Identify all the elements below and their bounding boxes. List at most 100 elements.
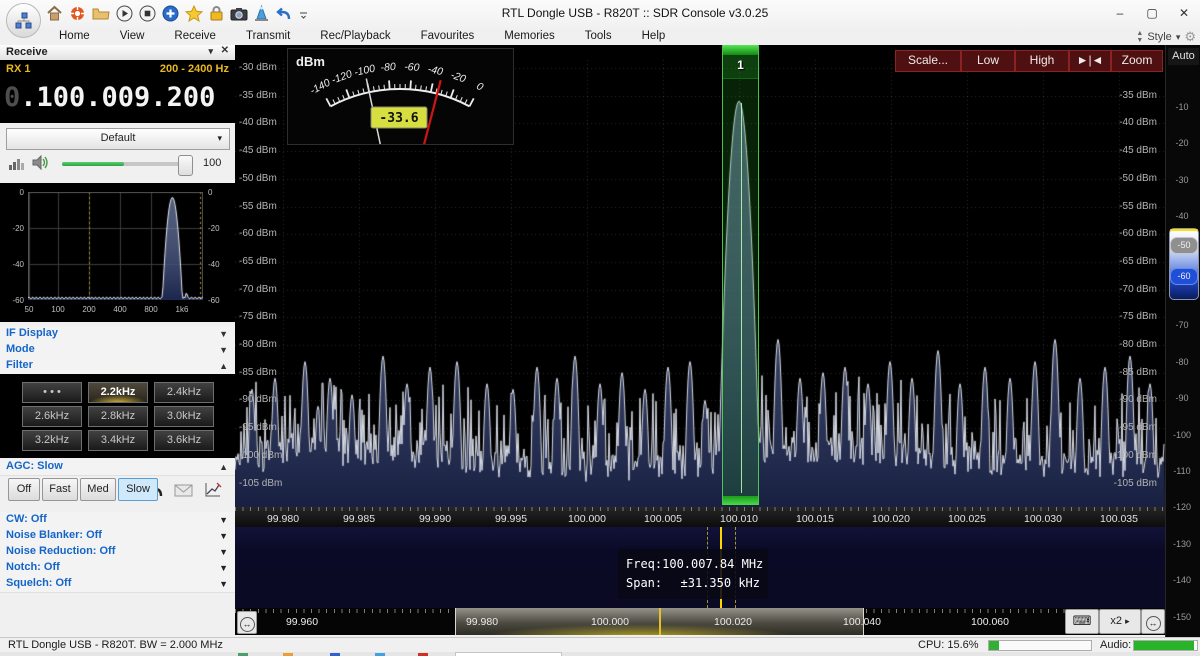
filter-button-2.8khz[interactable]: 2.8kHz bbox=[88, 406, 148, 427]
nav-frequency-label: 100.020 bbox=[698, 616, 768, 628]
undo-icon[interactable] bbox=[275, 6, 293, 22]
range-low-chip[interactable]: -60 bbox=[1170, 268, 1198, 285]
add-icon[interactable] bbox=[162, 5, 179, 22]
section-squelch[interactable]: Squelch: Off▼ bbox=[0, 576, 235, 593]
filter-button-2.2khz[interactable]: 2.2kHz bbox=[88, 382, 148, 403]
sdr-console-window: RTL Dongle USB - R820T :: SDR Console v3… bbox=[0, 0, 1200, 656]
db-axis-label-left: -105 dBm bbox=[239, 478, 282, 489]
play-icon[interactable] bbox=[116, 5, 133, 22]
zoom-x2-button[interactable]: x2 ▸ bbox=[1099, 609, 1141, 634]
section-noise-blanker[interactable]: Noise Blanker: Off ▼ bbox=[0, 528, 235, 545]
section-cw[interactable]: CW: Off▼ bbox=[0, 512, 235, 529]
tab-help[interactable]: Help bbox=[627, 29, 681, 45]
graph-icon[interactable] bbox=[203, 481, 223, 504]
mode-preset-value: Default bbox=[101, 132, 136, 144]
pin-ribbon-icon[interactable]: ▲▼ bbox=[1136, 30, 1143, 44]
section-noise-reduction[interactable]: Noise Reduction: Off▼ bbox=[0, 544, 235, 561]
tuning-band-header[interactable]: 1 bbox=[723, 55, 758, 79]
spectrum-button-scale[interactable]: Scale... bbox=[895, 50, 961, 72]
filter-button-[interactable]: • • • bbox=[22, 382, 82, 403]
waterfall-display[interactable]: Freq:100.007.84 MHz Span:±31.350 kHz bbox=[235, 527, 1165, 608]
db-axis-label-left: -95 dBm bbox=[239, 422, 277, 433]
tab-home[interactable]: Home bbox=[44, 29, 105, 45]
style-button[interactable]: Style bbox=[1147, 31, 1171, 43]
maximize-button[interactable]: ▢ bbox=[1136, 0, 1168, 27]
section-notch[interactable]: Notch: Off▼ bbox=[0, 560, 235, 577]
section-if-display[interactable]: IF Display▼ bbox=[0, 326, 235, 343]
db-axis-label-right: -90 dBm bbox=[1095, 394, 1157, 405]
more-icon[interactable] bbox=[299, 6, 309, 22]
meter-scale-tick: 0 bbox=[474, 80, 485, 93]
mode-label: Mode bbox=[0, 343, 35, 355]
tab-favourites[interactable]: Favourites bbox=[406, 29, 490, 45]
chevron-down-icon[interactable]: ▼ bbox=[219, 577, 228, 592]
filter-button-3.4khz[interactable]: 3.4kHz bbox=[88, 430, 148, 451]
spectrum-button-low[interactable]: Low bbox=[961, 50, 1015, 72]
spectrum-button-[interactable]: ►|◄ bbox=[1069, 50, 1111, 72]
spectrum-button-high[interactable]: High bbox=[1015, 50, 1069, 72]
spectrum-button-zoom[interactable]: Zoom bbox=[1111, 50, 1163, 72]
lock-icon[interactable] bbox=[209, 5, 224, 22]
receive-panel: Receive ▾ ✕ RX 1 200 - 2400 Hz 0.100.009… bbox=[0, 45, 235, 637]
section-agc[interactable]: AGC: Slow▲ bbox=[0, 459, 235, 476]
pan-right-button[interactable]: ↔ bbox=[1141, 609, 1165, 634]
mode-preset-select[interactable]: Default ▾ bbox=[6, 128, 230, 150]
chevron-down-icon[interactable]: ▼ bbox=[219, 513, 228, 528]
main-spectrum-display[interactable]: -30 dBm-35 dBm-35 dBm-40 dBm-40 dBm-45 d… bbox=[235, 45, 1165, 507]
tab-tools[interactable]: Tools bbox=[570, 29, 627, 45]
tab-transmit[interactable]: Transmit bbox=[231, 29, 305, 45]
folder-icon[interactable] bbox=[92, 6, 110, 21]
frequency-readout[interactable]: 0.100.009.200 bbox=[4, 82, 215, 113]
speaker-icon[interactable] bbox=[32, 154, 51, 176]
tuning-band[interactable]: 1 bbox=[722, 45, 759, 505]
mail-icon[interactable] bbox=[174, 483, 194, 503]
keyboard-entry-button[interactable]: ⌨ bbox=[1065, 609, 1099, 634]
minimize-button[interactable]: – bbox=[1104, 0, 1136, 27]
agc-button-fast[interactable]: Fast bbox=[42, 478, 78, 501]
home-icon[interactable] bbox=[46, 5, 63, 22]
tab-view[interactable]: View bbox=[105, 29, 160, 45]
noise-blanker-label: Noise Blanker: Off bbox=[0, 529, 102, 541]
filter-button-3.0khz[interactable]: 3.0kHz bbox=[154, 406, 214, 427]
stop-icon[interactable] bbox=[139, 5, 156, 22]
beacon-icon[interactable] bbox=[254, 5, 269, 22]
equalizer-icon[interactable] bbox=[8, 155, 25, 176]
panel-collapse-icon[interactable]: ▾ bbox=[208, 46, 213, 57]
close-button[interactable]: ✕ bbox=[1168, 0, 1200, 27]
volume-slider-handle[interactable] bbox=[178, 155, 193, 176]
chevron-down-icon[interactable]: ▼ bbox=[219, 561, 228, 576]
chevron-down-icon[interactable]: ▼ bbox=[219, 529, 228, 544]
panel-close-icon[interactable]: ✕ bbox=[221, 45, 229, 56]
chevron-up-icon[interactable]: ▲ bbox=[219, 359, 228, 374]
agc-button-off[interactable]: Off bbox=[8, 478, 40, 501]
ribbon-tabs: HomeViewReceiveTransmitRec/PlaybackFavou… bbox=[44, 29, 680, 45]
favourite-icon[interactable] bbox=[185, 5, 203, 22]
style-caret-icon[interactable]: ▾ bbox=[1176, 32, 1181, 43]
pan-left-button[interactable]: ↔ bbox=[237, 611, 257, 634]
camera-icon[interactable] bbox=[230, 7, 248, 21]
range-high-chip[interactable]: -50 bbox=[1170, 237, 1198, 254]
gear-icon[interactable]: ⚙ bbox=[1184, 29, 1196, 45]
agc-button-med[interactable]: Med bbox=[80, 478, 116, 501]
tuning-band-foot[interactable] bbox=[723, 496, 758, 505]
agc-button-slow[interactable]: Slow bbox=[118, 478, 158, 501]
chevron-down-icon[interactable]: ▼ bbox=[219, 343, 228, 358]
auto-range-button[interactable]: Auto bbox=[1168, 48, 1199, 65]
filter-button-3.6khz[interactable]: 3.6kHz bbox=[154, 430, 214, 451]
band-navigation-bar[interactable]: 99.96099.980100.000100.020100.040100.060… bbox=[235, 608, 1165, 635]
app-menu-button[interactable] bbox=[6, 3, 41, 38]
tab-receive[interactable]: Receive bbox=[159, 29, 231, 45]
help-ring-icon[interactable] bbox=[69, 5, 86, 22]
tab-rec-playback[interactable]: Rec/Playback bbox=[305, 29, 405, 45]
filter-button-2.4khz[interactable]: 2.4kHz bbox=[154, 382, 214, 403]
filter-button-2.6khz[interactable]: 2.6kHz bbox=[22, 406, 82, 427]
tuning-band-cap[interactable] bbox=[723, 45, 758, 55]
filter-button-3.2khz[interactable]: 3.2kHz bbox=[22, 430, 82, 451]
chevron-down-icon[interactable]: ▼ bbox=[219, 545, 228, 560]
section-mode[interactable]: Mode ▼ bbox=[0, 342, 235, 359]
db-axis-label-left: -100 dBm bbox=[239, 450, 282, 461]
chevron-down-icon[interactable]: ▼ bbox=[219, 327, 228, 342]
tab-memories[interactable]: Memories bbox=[489, 29, 569, 45]
section-filter[interactable]: Filter▲ bbox=[0, 358, 235, 375]
chevron-up-icon[interactable]: ▲ bbox=[219, 460, 228, 475]
